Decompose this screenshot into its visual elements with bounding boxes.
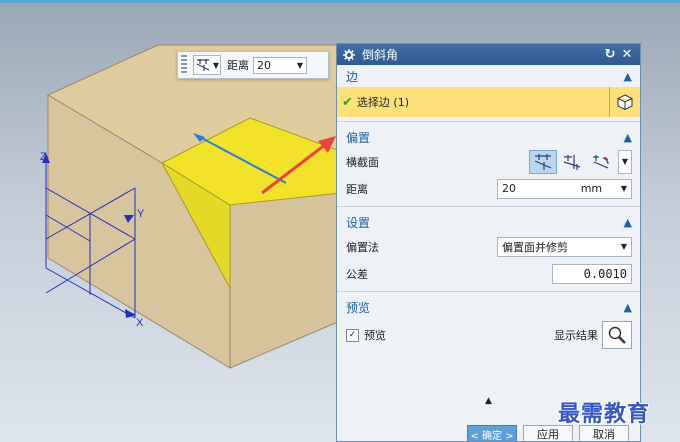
watermark-logo: 最需教育	[558, 401, 651, 427]
preview-section-title: 预览	[346, 300, 371, 315]
tolerance-input[interactable]: 0.0010	[552, 263, 632, 284]
offset-distance-input[interactable]: 20 mm ▼	[497, 178, 632, 199]
chevron-down-icon[interactable]: ▼	[621, 242, 627, 251]
distance-input[interactable]: 20 ▼	[253, 56, 307, 74]
offset-method-label: 偏置法	[346, 240, 379, 254]
chevron-up-icon[interactable]: ▲	[485, 396, 492, 406]
dialog-title: 倒斜角	[362, 48, 399, 62]
chevron-up-icon[interactable]: ▲	[624, 131, 632, 144]
edge-pick-button[interactable]	[609, 87, 640, 117]
chevron-down-icon: ▼	[212, 60, 220, 70]
chevron-down-icon: ▼	[621, 157, 629, 166]
magnifier-icon	[608, 326, 626, 344]
asymmetric-offset-icon	[563, 154, 581, 170]
chevron-down-icon[interactable]: ▼	[621, 184, 627, 193]
cube-icon	[617, 94, 633, 111]
tolerance-value: 0.0010	[583, 266, 627, 281]
symmetric-cross-section-button[interactable]	[529, 149, 557, 174]
select-edge-label: 选择边 (1)	[356, 96, 409, 109]
check-icon: ✔	[342, 94, 353, 110]
offset-distance-label: 距离	[346, 182, 368, 196]
settings-section-header[interactable]: 设置 ▲	[337, 211, 640, 233]
offset-method-value: 偏置面并修剪	[502, 240, 568, 254]
divider	[337, 206, 640, 207]
cross-section-row: 横截面 ▼	[346, 148, 632, 175]
drag-grip-icon[interactable]	[181, 55, 187, 75]
ok-button[interactable]: < 确定 >	[467, 425, 517, 441]
asymmetric-cross-section-button[interactable]	[558, 150, 586, 174]
chevron-up-icon[interactable]: ▲	[624, 70, 632, 83]
settings-section-title: 设置	[346, 215, 371, 230]
offset-method-row: 偏置法 偏置面并修剪 ▼	[346, 233, 632, 260]
axis-x-label: X	[136, 317, 144, 329]
offset-section-header[interactable]: 偏置 ▲	[337, 126, 640, 148]
floating-distance-toolbar: ▼ 距离 20 ▼	[177, 51, 329, 79]
show-result-label: 显示结果	[554, 329, 598, 342]
offset-method-select[interactable]: 偏置面并修剪 ▼	[497, 236, 632, 257]
edge-section-title: 边	[346, 69, 359, 84]
offset-angle-cross-section-button[interactable]	[587, 150, 615, 174]
divider	[337, 291, 640, 292]
show-result-button[interactable]	[602, 321, 632, 349]
edge-section-header[interactable]: 边 ▲	[337, 65, 640, 87]
offset-distance-row: 距离 20 mm ▼	[346, 175, 632, 202]
preview-section-header[interactable]: 预览 ▲	[337, 296, 640, 318]
close-icon[interactable]: ✕	[620, 47, 634, 62]
unit-label: mm	[580, 182, 603, 195]
axis-z-label: Z	[40, 151, 47, 163]
offset-section-title: 偏置	[346, 130, 371, 145]
select-edge-row[interactable]: ✔ 选择边 (1)	[337, 87, 640, 117]
gear-icon[interactable]	[343, 48, 356, 61]
chamfer-dialog: 倒斜角 ↻ ✕ 边 ▲ ✔ 选择边 (1) 偏置 ▲ 横截面 ▼ 距离 20 m…	[336, 43, 641, 442]
cross-section-dropdown[interactable]: ▼	[618, 149, 632, 174]
symmetric-offset-icon	[196, 59, 210, 71]
preview-row: ✓ 预览 显示结果	[346, 318, 632, 352]
chevron-up-icon[interactable]: ▲	[624, 301, 632, 314]
preview-label: 预览	[364, 329, 386, 342]
divider	[337, 121, 640, 122]
cross-section-type-button[interactable]: ▼	[193, 55, 221, 75]
distance-label: 距离	[227, 59, 249, 72]
chevron-up-icon[interactable]: ▲	[624, 216, 632, 229]
axis-y-label: Y	[137, 208, 145, 220]
chevron-down-icon[interactable]: ▼	[297, 61, 303, 70]
dialog-titlebar: 倒斜角 ↻ ✕	[337, 44, 640, 65]
distance-value: 20	[257, 58, 271, 72]
preview-checkbox[interactable]: ✓	[346, 328, 359, 342]
tolerance-row: 公差 0.0010	[346, 260, 632, 287]
cross-section-label: 横截面	[346, 155, 379, 169]
reset-icon[interactable]: ↻	[603, 47, 617, 62]
offset-angle-icon	[593, 154, 609, 169]
symmetric-offset-icon	[534, 153, 552, 170]
tolerance-label: 公差	[346, 267, 368, 281]
offset-distance-value: 20	[502, 182, 516, 195]
